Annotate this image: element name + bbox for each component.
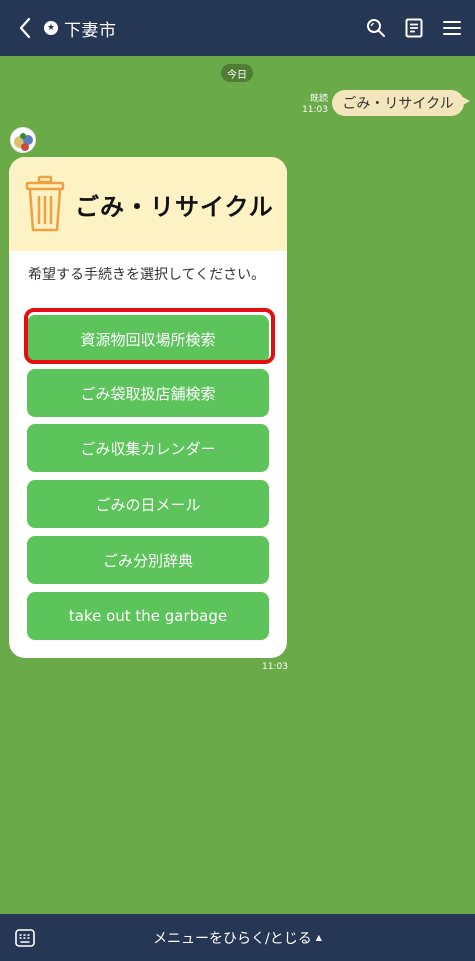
caret-up-icon: ▲	[315, 933, 322, 942]
hamburger-menu-icon	[443, 21, 461, 35]
bot-message-time: 11:03	[262, 662, 288, 672]
read-label: 既読	[309, 94, 328, 104]
option-garbage-bag-store-search[interactable]: ごみ袋取扱店舗検索	[27, 369, 269, 417]
selection-highlight	[24, 308, 275, 364]
menu-toggle-label: メニューをひらく/とじる	[153, 930, 312, 947]
user-message-bubble[interactable]: ごみ・リサイクル	[332, 90, 470, 116]
option-garbage-day-mail[interactable]: ごみの日メール	[27, 480, 269, 528]
card-description: 希望する手続きを選択してください。	[28, 267, 266, 283]
option-take-out-garbage[interactable]: take out the garbage	[27, 592, 269, 640]
avatar-icon	[11, 128, 35, 152]
chat-title: 下妻市	[64, 20, 117, 41]
official-star-icon: ★	[44, 21, 58, 35]
user-message-time: 11:03	[302, 105, 328, 115]
back-button[interactable]	[8, 0, 42, 56]
trash-can-icon	[25, 175, 65, 232]
search-button[interactable]	[363, 15, 389, 41]
keyboard-toggle-button[interactable]	[14, 927, 36, 949]
chat-header: ★ 下妻市	[0, 0, 475, 56]
notes-icon	[405, 18, 423, 38]
bottom-bar: メニューをひらく/とじる ▲	[0, 914, 475, 961]
keyboard-icon	[15, 929, 35, 947]
chevron-left-icon	[19, 17, 31, 39]
bot-menu-card: ごみ・リサイクル 希望する手続きを選択してください。 資源物回収場所検索 ごみ袋…	[9, 157, 287, 658]
notes-button[interactable]	[401, 15, 427, 41]
card-header: ごみ・リサイクル	[9, 157, 287, 251]
rich-menu-toggle[interactable]: メニューをひらく/とじる ▲	[120, 914, 355, 961]
date-separator: 今日	[221, 64, 253, 82]
menu-button[interactable]	[439, 15, 465, 41]
option-collection-calendar[interactable]: ごみ収集カレンダー	[27, 424, 269, 472]
option-sorting-dictionary[interactable]: ごみ分別辞典	[27, 536, 269, 584]
card-title: ごみ・リサイクル	[75, 192, 274, 221]
read-receipt: 既読 11:03	[298, 94, 328, 116]
bot-avatar[interactable]	[10, 127, 36, 153]
search-icon	[367, 19, 385, 37]
